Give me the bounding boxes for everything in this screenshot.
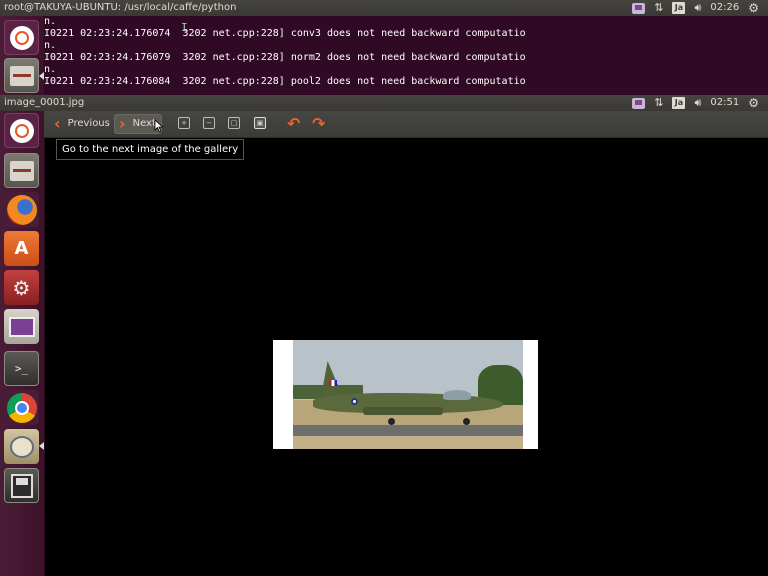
jet-wing bbox=[363, 407, 443, 415]
fin-flash bbox=[329, 380, 337, 386]
chrome-launcher-button[interactable] bbox=[4, 390, 39, 425]
settings-icon: ⚙ bbox=[12, 275, 31, 300]
terminal-line: n. bbox=[44, 64, 57, 75]
indicator-tray: ⇅ Ja 🔊︎ 02:26 ⚙ bbox=[632, 0, 768, 16]
keyboard-indicator[interactable]: Ja bbox=[672, 2, 686, 14]
chevron-left-icon: ‹ bbox=[54, 114, 61, 133]
ubuntu-logo-icon bbox=[9, 118, 34, 143]
viewer-title-bar: image_0001.jpg ⇅ Ja 🔊︎ 02:51 ⚙ bbox=[0, 95, 768, 111]
landing-gear bbox=[463, 418, 470, 425]
remote-desktop-button[interactable] bbox=[4, 309, 39, 344]
previous-button[interactable]: ‹ Previous bbox=[50, 114, 110, 134]
keyboard-indicator[interactable]: Ja bbox=[672, 97, 686, 109]
files-launcher-button[interactable] bbox=[4, 58, 39, 93]
terminal-line: n. bbox=[44, 16, 57, 27]
landing-gear bbox=[388, 418, 395, 425]
save-launcher-button[interactable] bbox=[4, 468, 39, 503]
software-center-button[interactable]: A bbox=[4, 231, 39, 266]
rotate-left-icon[interactable]: ↶ bbox=[287, 114, 300, 133]
indicator-tray: ⇅ Ja 🔊︎ 02:51 ⚙ bbox=[632, 95, 768, 111]
dash-home-button[interactable] bbox=[4, 20, 39, 55]
jet-canopy bbox=[443, 390, 471, 400]
aircraft-photo bbox=[293, 340, 523, 449]
top-panel: root@TAKUYA-UBUNTU: /usr/local/caffe/pyt… bbox=[0, 0, 768, 16]
files-icon bbox=[9, 65, 34, 86]
image-viewer-icon bbox=[9, 435, 34, 458]
software-center-icon: A bbox=[14, 238, 29, 259]
firefox-launcher-button[interactable] bbox=[4, 192, 39, 227]
running-indicator bbox=[39, 442, 44, 450]
network-icon[interactable]: ⇅ bbox=[654, 95, 663, 111]
running-indicator bbox=[39, 72, 44, 80]
volume-icon[interactable]: 🔊︎ bbox=[694, 0, 701, 16]
clock[interactable]: 02:26 bbox=[710, 0, 739, 16]
ubuntu-logo-icon bbox=[9, 25, 34, 50]
zoom-out-icon[interactable]: − bbox=[203, 117, 215, 129]
next-label: Next bbox=[132, 118, 156, 129]
viewer-window-title: image_0001.jpg bbox=[4, 97, 85, 108]
terminal-line: n. bbox=[44, 40, 57, 51]
clock[interactable]: 02:51 bbox=[710, 95, 739, 111]
remote-desktop-icon bbox=[8, 316, 35, 337]
mouse-pointer-icon bbox=[154, 119, 164, 133]
volume-icon[interactable]: 🔊︎ bbox=[694, 95, 701, 111]
terminal-output[interactable]: n. I0221 02:23:24.176074 3202 net.cpp:22… bbox=[44, 16, 768, 95]
network-icon[interactable]: ⇅ bbox=[654, 0, 663, 16]
next-button-tooltip: Go to the next image of the gallery bbox=[56, 139, 245, 160]
terminal-line: I0221 02:23:24.176084 3202 net.cpp:228] … bbox=[44, 76, 526, 87]
image-canvas[interactable] bbox=[273, 340, 538, 449]
image-viewer-launcher-button[interactable] bbox=[4, 429, 39, 464]
zoom-in-icon[interactable]: + bbox=[178, 117, 190, 129]
terminal-icon: >_ bbox=[14, 362, 29, 375]
system-settings-button[interactable]: ⚙ bbox=[4, 270, 39, 305]
viewer-toolbar: ‹ Previous › Next + − □ ▣ ↶ ↷ bbox=[44, 111, 768, 138]
remote-indicator-icon[interactable] bbox=[632, 2, 646, 14]
previous-label: Previous bbox=[67, 118, 110, 129]
terminal-line: I0221 02:23:24.176074 3202 net.cpp:228] … bbox=[44, 28, 526, 39]
text-cursor-icon: I bbox=[181, 21, 188, 34]
floppy-icon bbox=[10, 473, 33, 498]
gear-icon[interactable]: ⚙ bbox=[748, 0, 759, 16]
chrome-icon bbox=[6, 392, 37, 423]
dash-home-button-2[interactable] bbox=[4, 113, 39, 148]
remote-indicator-icon[interactable] bbox=[632, 97, 646, 109]
best-fit-icon[interactable]: □ bbox=[228, 117, 240, 129]
terminal-window-title: root@TAKUYA-UBUNTU: /usr/local/caffe/pyt… bbox=[4, 2, 237, 13]
files-icon bbox=[9, 160, 34, 181]
gear-icon[interactable]: ⚙ bbox=[748, 95, 759, 111]
roundel bbox=[351, 398, 358, 405]
chevron-right-icon: › bbox=[119, 114, 126, 133]
firefox-icon bbox=[6, 194, 37, 225]
fit-page-icon[interactable]: ▣ bbox=[254, 117, 266, 129]
files-launcher-button-2[interactable] bbox=[4, 153, 39, 188]
rotate-right-icon[interactable]: ↷ bbox=[312, 114, 325, 133]
terminal-line: I0221 02:23:24.176079 3202 net.cpp:228] … bbox=[44, 52, 526, 63]
terminal-launcher-button[interactable]: >_ bbox=[4, 351, 39, 386]
jet-tail bbox=[321, 361, 343, 397]
